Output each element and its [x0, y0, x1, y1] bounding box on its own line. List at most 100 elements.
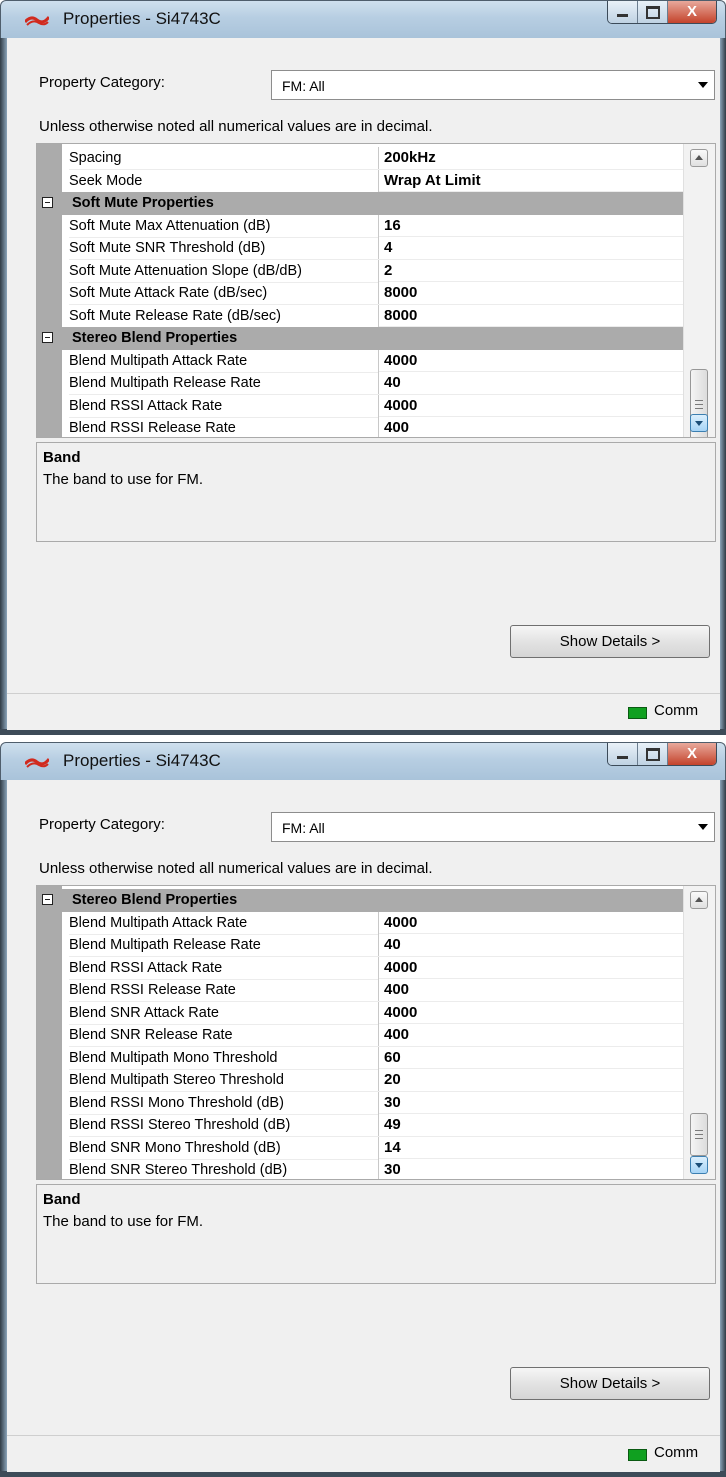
property-category-label: Property Category: — [39, 816, 165, 833]
property-category-select[interactable]: FM: All — [271, 70, 715, 100]
property-category-select[interactable]: FM: All — [271, 812, 715, 842]
vertical-scrollbar[interactable] — [683, 144, 715, 437]
property-row[interactable]: Blend SNR Mono Threshold (dB) 14 — [37, 1136, 684, 1160]
scroll-up-icon — [695, 897, 703, 902]
property-row[interactable]: Blend Multipath Release Rate 40 — [37, 934, 684, 957]
show-details-button[interactable]: Show Details > — [510, 625, 710, 658]
property-grid[interactable]: Stereo Blend Properties Blend Multipath … — [36, 885, 716, 1180]
property-row[interactable]: Blend SNR Attack Rate 4000 — [37, 1001, 684, 1025]
column-divider — [378, 259, 379, 282]
property-value[interactable]: 49 — [384, 1114, 401, 1136]
vertical-scrollbar[interactable] — [683, 886, 715, 1179]
property-value[interactable]: 4000 — [384, 957, 417, 979]
property-value[interactable]: 400 — [384, 979, 409, 1001]
property-value[interactable]: 4 — [384, 237, 392, 259]
category-name: Soft Mute Properties — [72, 195, 214, 211]
property-row[interactable]: Spacing 200kHz — [37, 147, 684, 170]
category-row[interactable]: Stereo Blend Properties — [37, 889, 684, 912]
property-value[interactable]: 30 — [384, 1159, 401, 1179]
property-row[interactable]: Soft Mute SNR Threshold (dB) 4 — [37, 237, 684, 260]
property-value[interactable]: 30 — [384, 1092, 401, 1114]
help-description: The band to use for FM. — [43, 471, 204, 488]
property-value[interactable]: 200kHz — [384, 147, 436, 169]
property-name: Blend RSSI Release Rate — [69, 979, 379, 1002]
property-row[interactable]: Blend Multipath Mono Threshold 60 — [37, 1046, 684, 1070]
property-value[interactable]: 4000 — [384, 912, 417, 934]
property-value[interactable]: 40 — [384, 372, 401, 394]
help-description: The band to use for FM. — [43, 1213, 204, 1230]
window-frame — [0, 38, 7, 735]
maximize-button[interactable] — [638, 1, 668, 23]
column-divider — [378, 214, 379, 237]
property-row[interactable]: Blend SNR Release Rate 400 — [37, 1024, 684, 1047]
collapse-icon[interactable] — [42, 197, 53, 208]
silicon-labs-logo-icon — [25, 758, 49, 768]
scroll-down-button[interactable] — [690, 414, 708, 432]
close-button[interactable]: X — [668, 743, 716, 765]
property-name: Blend SNR Release Rate — [69, 1024, 379, 1047]
minimize-button[interactable] — [608, 743, 638, 765]
collapse-icon[interactable] — [42, 332, 53, 343]
property-value[interactable]: 4000 — [384, 1002, 417, 1024]
property-value[interactable]: 4000 — [384, 350, 417, 372]
property-row[interactable]: Blend RSSI Release Rate 400 — [37, 417, 684, 437]
show-details-button[interactable]: Show Details > — [510, 1367, 710, 1400]
title-bar[interactable]: Properties - Si4743C X — [0, 742, 726, 780]
grip-icon — [695, 408, 703, 409]
scroll-down-icon — [695, 421, 703, 426]
column-divider — [378, 349, 379, 372]
title-bar[interactable]: Properties - Si4743C X — [0, 0, 726, 38]
column-divider — [378, 1069, 379, 1091]
scroll-thumb[interactable] — [690, 1113, 708, 1156]
property-row[interactable]: Blend SNR Stereo Threshold (dB) 30 — [37, 1159, 684, 1179]
category-row[interactable]: Stereo Blend Properties — [37, 327, 684, 350]
property-row[interactable]: Blend Multipath Attack Rate 4000 — [37, 349, 684, 373]
property-row[interactable]: Seek Mode Wrap At Limit — [37, 169, 684, 193]
property-row[interactable]: Soft Mute Attenuation Slope (dB/dB) 2 — [37, 259, 684, 283]
property-value[interactable]: 400 — [384, 1024, 409, 1046]
property-row[interactable]: Blend Multipath Stereo Threshold 20 — [37, 1069, 684, 1092]
property-row[interactable]: Soft Mute Max Attenuation (dB) 16 — [37, 214, 684, 238]
window-title: Properties - Si4743C — [63, 751, 221, 770]
property-value[interactable]: 400 — [384, 417, 409, 437]
property-value[interactable]: 40 — [384, 934, 401, 956]
property-value[interactable]: Wrap At Limit — [384, 170, 481, 192]
window-frame — [720, 38, 726, 735]
column-divider — [378, 282, 379, 304]
property-value[interactable]: 14 — [384, 1137, 401, 1159]
property-value[interactable]: 20 — [384, 1069, 401, 1091]
property-row[interactable]: Soft Mute Attack Rate (dB/sec) 8000 — [37, 282, 684, 305]
property-value[interactable]: 4000 — [384, 395, 417, 417]
property-row[interactable]: Blend RSSI Mono Threshold (dB) 30 — [37, 1091, 684, 1115]
property-name: Blend SNR Attack Rate — [69, 1002, 379, 1025]
property-value[interactable]: 2 — [384, 260, 392, 282]
property-row[interactable]: Soft Mute Release Rate (dB/sec) 8000 — [37, 304, 684, 328]
property-grid[interactable]: Spacing 200kHz Seek Mode Wrap At Limit S… — [36, 143, 716, 438]
property-name: Seek Mode — [69, 170, 379, 193]
help-title: Band — [43, 449, 81, 466]
property-value[interactable]: 8000 — [384, 282, 417, 304]
minimize-button[interactable] — [608, 1, 638, 23]
category-row[interactable]: Soft Mute Properties — [37, 192, 684, 215]
caption-buttons: X — [607, 1, 717, 24]
dialog-body: Property Category: FM: All Unless otherw… — [7, 38, 720, 730]
property-row[interactable]: Blend RSSI Release Rate 400 — [37, 979, 684, 1002]
scroll-down-button[interactable] — [690, 1156, 708, 1174]
property-row[interactable]: Blend RSSI Stereo Threshold (dB) 49 — [37, 1114, 684, 1137]
property-value[interactable]: 8000 — [384, 305, 417, 327]
column-divider — [378, 979, 379, 1001]
property-row[interactable]: Blend Multipath Release Rate 40 — [37, 372, 684, 395]
property-name: Blend Multipath Mono Threshold — [69, 1047, 379, 1070]
scroll-up-button[interactable] — [690, 149, 708, 167]
property-row[interactable]: Blend RSSI Attack Rate 4000 — [37, 394, 684, 418]
property-row[interactable]: Blend Multipath Attack Rate 4000 — [37, 911, 684, 935]
property-row[interactable]: Blend RSSI Attack Rate 4000 — [37, 956, 684, 980]
maximize-button[interactable] — [638, 743, 668, 765]
close-button[interactable]: X — [668, 1, 716, 23]
help-title: Band — [43, 1191, 81, 1208]
scroll-up-button[interactable] — [690, 891, 708, 909]
collapse-icon[interactable] — [42, 894, 53, 905]
property-value[interactable]: 60 — [384, 1047, 401, 1069]
property-name: Blend RSSI Attack Rate — [69, 395, 379, 418]
property-value[interactable]: 16 — [384, 215, 401, 237]
